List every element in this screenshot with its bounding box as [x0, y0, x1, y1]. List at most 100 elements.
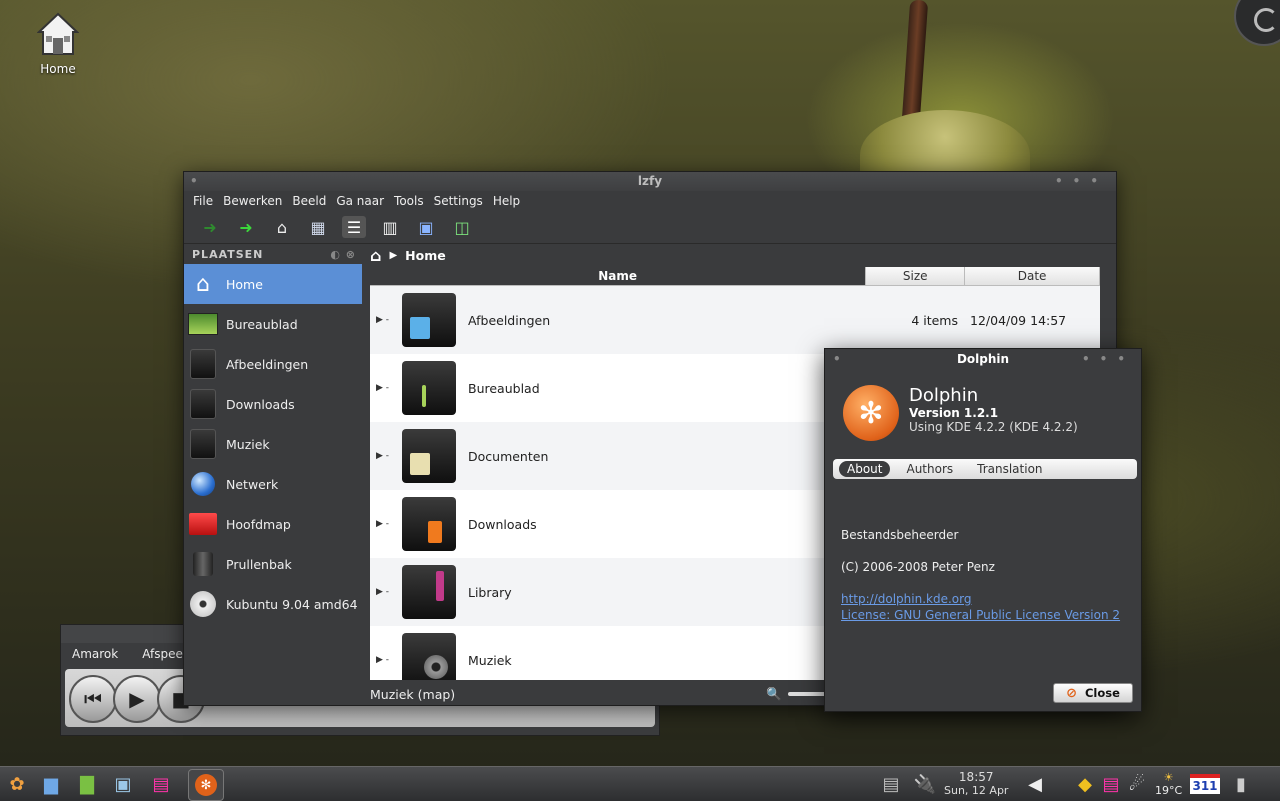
desktop-icon [188, 309, 218, 339]
places-item-desktop[interactable]: Bureaublad [184, 304, 362, 344]
about-title: Dolphin [956, 352, 1010, 366]
menu-help[interactable]: Help [488, 194, 525, 208]
column-name[interactable]: Name [370, 267, 867, 285]
device-notifier-icon[interactable]: 🔌 [910, 770, 940, 798]
folder-icon [188, 389, 218, 419]
klipper-icon[interactable]: ☄ [1122, 770, 1152, 798]
tab-translation[interactable]: Translation [969, 461, 1050, 477]
tab-authors[interactable]: Authors [898, 461, 961, 477]
system-settings-launcher-icon[interactable]: ▣ [108, 770, 138, 798]
clock-date: Sun, 12 Apr [944, 784, 1009, 797]
clock[interactable]: 18:57 Sun, 12 Apr [944, 770, 1008, 798]
menu-settings[interactable]: Settings [429, 194, 488, 208]
kickoff-launcher-icon[interactable]: ✿ [2, 770, 32, 798]
home-icon: ⌂ [276, 217, 288, 237]
window-title: lzfy [637, 174, 663, 188]
file-row[interactable]: ▶ - Afbeeldingen 4 items 12/04/09 14:57 [370, 286, 1100, 354]
menu-view[interactable]: Beeld [287, 194, 331, 208]
toolbar: ➜ ➜ ⌂ ▦ ☰ ▥ ▣ ◫ [184, 211, 1116, 244]
places-item-label: Bureaublad [226, 316, 298, 332]
places-item-pictures[interactable]: Afbeeldingen [184, 344, 362, 384]
places-item-music[interactable]: Muziek [184, 424, 362, 464]
column-date[interactable]: Date [965, 267, 1100, 285]
license-link[interactable]: License: GNU General Public License Vers… [841, 607, 1120, 623]
taskbar: ✿ ▆ ▇ ▣ ▤ ✻ ▤ 🔌 18:57 Sun, 12 Apr ◀ ◆ ▤ … [0, 766, 1280, 801]
places-item-label: Home [226, 276, 263, 292]
previous-button[interactable]: ⏮ [69, 675, 117, 723]
column-size[interactable]: Size [866, 267, 966, 285]
temperature: 19°C [1155, 784, 1183, 797]
grid-icon: ▦ [310, 217, 326, 237]
file-name: Downloads [468, 516, 537, 532]
expand-icon[interactable]: ▶ - [370, 587, 402, 597]
expand-icon[interactable]: ▶ - [370, 451, 402, 461]
file-name: Library [468, 584, 512, 600]
expand-icon[interactable]: ▶ - [370, 315, 402, 325]
menu-go[interactable]: Ga naar [331, 194, 389, 208]
places-item-cdrom[interactable]: Kubuntu 9.04 amd64 [184, 584, 362, 624]
window-buttons[interactable]: ••• [1082, 349, 1135, 369]
home-icon [36, 12, 80, 56]
menu-tools[interactable]: Tools [389, 194, 429, 208]
calendar-icon[interactable]: 311 [1190, 770, 1220, 798]
places-item-network[interactable]: Netwerk [184, 464, 362, 504]
forward-button[interactable]: ➜ [234, 216, 258, 238]
close-button[interactable]: ⊘ Close [1053, 683, 1133, 703]
expand-icon[interactable]: ▶ - [370, 519, 402, 529]
trash-icon[interactable]: ▮ [1226, 770, 1256, 798]
desktop-icon-home[interactable]: Home [30, 12, 86, 76]
desktop-folder-icon [402, 361, 456, 415]
places-item-label: Kubuntu 9.04 amd64 [226, 596, 358, 612]
menu-edit[interactable]: Bewerken [218, 194, 287, 208]
weather-widget[interactable]: ☀ 19°C [1155, 771, 1182, 797]
menubar: File Bewerken Beeld Ga naar Tools Settin… [184, 191, 1116, 211]
split-view-button[interactable]: ◫ [450, 216, 474, 238]
arrow-left-icon: ➜ [203, 217, 217, 237]
play-button[interactable]: ▶ [113, 675, 161, 723]
downloads-folder-icon [402, 497, 456, 551]
breadcrumb[interactable]: ⌂ ▶ Home [370, 244, 446, 266]
panel-buttons[interactable]: ◐ ⊗ [330, 248, 356, 261]
file-name: Afbeeldingen [468, 312, 551, 328]
breadcrumb-current[interactable]: Home [405, 248, 446, 263]
places-header: PLAATSEN ◐ ⊗ [184, 244, 362, 264]
about-titlebar[interactable]: • Dolphin ••• [825, 349, 1141, 369]
home-button[interactable]: ⌂ [270, 216, 294, 238]
places-item-downloads[interactable]: Downloads [184, 384, 362, 424]
places-item-home[interactable]: ⌂ Home [184, 264, 362, 304]
pager-icon[interactable]: ▤ [876, 770, 906, 798]
desktop-toolbox-button[interactable] [1234, 0, 1280, 46]
menu-file[interactable]: File [188, 194, 218, 208]
back-button[interactable]: ➜ [198, 216, 222, 238]
places-item-trash[interactable]: Prullenbak [184, 544, 362, 584]
task-dolphin[interactable]: ✻ [188, 769, 224, 801]
tab-about[interactable]: About [839, 461, 891, 477]
desktop-launcher-icon[interactable]: ▇ [72, 770, 102, 798]
expand-icon[interactable]: ▶ - [370, 383, 402, 393]
columns-view-button[interactable]: ▥ [378, 216, 402, 238]
preview-button[interactable]: ▣ [414, 216, 438, 238]
network-icon [188, 469, 218, 499]
icons-view-button[interactable]: ▦ [306, 216, 330, 238]
homepage-link[interactable]: http://dolphin.kde.org [841, 591, 1120, 607]
window-titlebar[interactable]: • lzfy ••• [184, 172, 1116, 191]
close-icon: ⊘ [1066, 685, 1077, 701]
preview-icon: ▣ [418, 217, 434, 237]
arrow-right-icon: ➜ [239, 217, 253, 237]
media-player-launcher-icon[interactable]: ▤ [146, 770, 176, 798]
places-item-root[interactable]: Hoofdmap [184, 504, 362, 544]
folder-icon [188, 349, 218, 379]
file-manager-launcher-icon[interactable]: ▆ [36, 770, 66, 798]
amarok-menu-amarok[interactable]: Amarok [67, 647, 123, 661]
desktop-icon-label: Home [40, 62, 76, 76]
window-menu-button[interactable]: • [833, 349, 841, 369]
chevron-left-icon[interactable]: ◀ [1020, 770, 1050, 798]
expand-icon[interactable]: ▶ - [370, 655, 402, 665]
places-item-label: Afbeeldingen [226, 356, 309, 372]
window-buttons[interactable]: ••• [1055, 172, 1108, 191]
window-menu-button[interactable]: • [190, 172, 198, 191]
places-item-label: Netwerk [226, 476, 279, 492]
app-version: Version 1.2.1 [909, 406, 999, 420]
details-view-button[interactable]: ☰ [342, 216, 366, 238]
zoom-slider[interactable] [788, 692, 828, 696]
